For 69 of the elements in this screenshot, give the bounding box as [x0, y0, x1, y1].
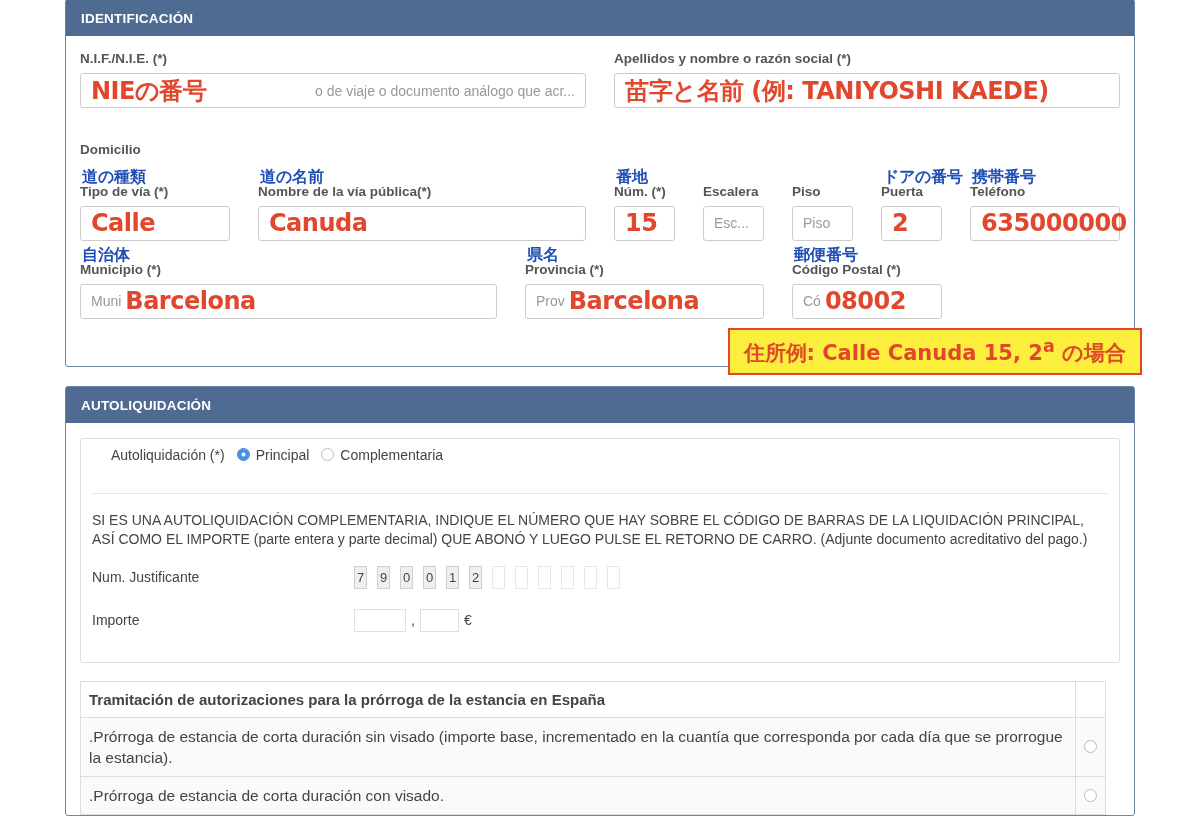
separator-text: , — [411, 612, 415, 629]
radio-icon[interactable] — [1084, 740, 1097, 754]
field-label: Importe — [92, 612, 141, 629]
field-label: Municipio (*) — [80, 261, 161, 277]
field-label: Piso — [792, 183, 821, 199]
annotation-text: Barcelona — [568, 287, 700, 316]
radio-option[interactable]: Complementaria — [321, 446, 444, 463]
digit-field[interactable]: 2 — [469, 565, 482, 589]
digit-field[interactable]: 0 — [423, 565, 436, 589]
digit-field[interactable]: 9 — [377, 565, 390, 589]
radio-group-label: Autoliquidación (*) — [111, 446, 225, 463]
annotation-label: 道の種類 — [81, 167, 146, 186]
text-field[interactable]: NIEの番号 o de viaje o documento análogo que acr... — [80, 73, 586, 108]
annotation-text: Canuda — [269, 209, 368, 238]
placeholder-text: Muni — [91, 293, 122, 310]
text-field[interactable]: Esc... — [703, 205, 764, 241]
placeholder-text: Piso — [803, 215, 831, 232]
table-heading: Tramitación de autorizaciones para la prórroga de la estancia en España — [81, 681, 1076, 718]
field-label: Tipo de vía (*) — [80, 183, 169, 199]
annotation-text: 15 — [625, 209, 658, 238]
section-label: Domicilio — [80, 142, 142, 157]
annotation-callout: 住所例: Calle Canuda 15, 2$^{a}$ の場合 — [727, 327, 1142, 375]
decimal-field[interactable] — [419, 608, 459, 632]
text-field[interactable]: Piso — [792, 205, 853, 241]
radio-icon[interactable] — [321, 448, 335, 462]
amount-field[interactable] — [354, 608, 406, 632]
annotation-text: 苗字と名前 (例: TANIYOSHI KAEDE) — [625, 75, 1049, 107]
placeholder-text: Prov — [536, 293, 565, 310]
text-field[interactable]: 15 — [614, 205, 675, 241]
currency-text: € — [463, 612, 472, 629]
annotation-label: 自治体 — [82, 244, 130, 264]
annotation-text: 08002 — [824, 287, 906, 316]
radio-icon[interactable] — [1084, 788, 1097, 802]
annotation-text: Calle — [91, 209, 156, 238]
field-label: Núm. (*) — [614, 183, 666, 199]
annotation-text: NIEの番号 — [91, 75, 207, 107]
placeholder-text: Có — [803, 293, 821, 310]
table-cell: .Prórroga de estancia de corta duración sin visado (importe base, incrementado en la cuantía que corresponda por cada día que se prorrogue la estancia). — [81, 717, 1076, 777]
text-field[interactable]: Canuda — [258, 205, 586, 241]
annotation-label: 携帯番号 — [971, 167, 1036, 186]
field-label: Código Postal (*) — [792, 261, 901, 277]
text-field[interactable]: Calle — [80, 205, 230, 241]
panel-header: IDENTIFICACIÓN — [66, 0, 1134, 36]
radio-icon[interactable] — [236, 448, 250, 462]
placeholder-text: o de viaje o documento análogo que acr... — [315, 82, 575, 99]
digit-field[interactable]: 7 — [354, 565, 367, 589]
annotation-label: 番地 — [616, 167, 648, 186]
annotation-label: 道の名前 — [259, 167, 324, 187]
field-label: N.I.F./N.I.E. (*) — [80, 51, 167, 66]
annotation-text: 2 — [892, 209, 909, 238]
instructions-text: SI ES UNA AUTOLIQUIDACIÓN COMPLEMENTARIA, INDIQUE EL NÚMERO QUE HAY SOBRE EL CÓDIGO DE BARRAS DE LA LIQUIDACIÓN PRINCIPAL, ASÍ COMO EL IMPORTE (parte entera y parte decimal) QUE ABONÓ Y LUEGO PULSE EL RETORNO DE CARRO. (Adjunte documento acreditativo del pago.) — [92, 510, 1089, 549]
annotation-text: 635000000 — [981, 209, 1127, 238]
field-label: Teléfono — [970, 183, 1026, 199]
annotation-label: ドアの番号 — [882, 167, 963, 187]
field-label: Provincia (*) — [525, 261, 604, 277]
radio-option[interactable]: Principal — [236, 446, 310, 463]
annotation-label: 郵便番号 — [794, 244, 858, 264]
field-label: Apellidos y nombre o razón social (*) — [614, 51, 852, 66]
field-label: Num. Justificante — [92, 569, 201, 586]
text-field[interactable]: 苗字と名前 (例: TANIYOSHI KAEDE) — [614, 73, 1120, 108]
digit-field[interactable]: 1 — [446, 565, 459, 589]
digit-field[interactable]: 0 — [400, 565, 413, 589]
text-field[interactable]: 2 — [881, 205, 942, 241]
annotation-label: 県名 — [527, 244, 559, 264]
panel-header: AUTOLIQUIDACIÓN — [66, 386, 1134, 423]
annotation-text: Barcelona — [125, 287, 256, 316]
field-label: Escalera — [703, 183, 759, 199]
table-cell: .Prórroga de estancia de corta duración con visado. — [81, 776, 1076, 814]
placeholder-text: Esc... — [714, 215, 749, 232]
